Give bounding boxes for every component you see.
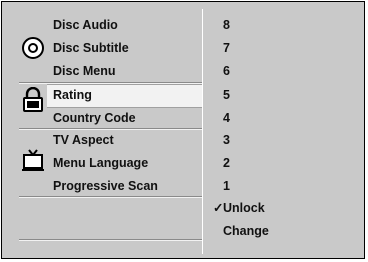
rating-option-unlock[interactable]: ✓ Unlock: [213, 200, 265, 216]
padlock-icon: [21, 86, 45, 118]
menu-item-disc-menu[interactable]: Disc Menu: [53, 63, 116, 79]
rating-option-change[interactable]: Change: [223, 223, 269, 239]
tv-icon: [21, 148, 45, 177]
rating-options-panel: 8 7 6 5 4 3 2 1 ✓ Unlock Change: [202, 9, 361, 254]
separator: [19, 128, 202, 130]
checkmark-icon: ✓: [213, 201, 224, 215]
rating-option-5[interactable]: 5: [223, 87, 230, 103]
rating-option-7[interactable]: 7: [223, 40, 230, 56]
menu-item-disc-subtitle[interactable]: Disc Subtitle: [53, 40, 129, 56]
setup-categories-panel: Disc Audio Disc Subtitle Disc Menu Ratin…: [9, 9, 207, 254]
rating-option-2[interactable]: 2: [223, 155, 230, 171]
disc-icon: [21, 36, 45, 65]
rating-option-6[interactable]: 6: [223, 63, 230, 79]
rating-option-3[interactable]: 3: [223, 132, 230, 148]
rating-option-1[interactable]: 1: [223, 178, 230, 194]
rating-option-4[interactable]: 4: [223, 110, 230, 126]
osd-setup-menu: Disc Audio Disc Subtitle Disc Menu Ratin…: [1, 1, 365, 259]
menu-item-country-code[interactable]: Country Code: [53, 110, 136, 126]
menu-item-progressive-scan[interactable]: Progressive Scan: [53, 178, 158, 194]
rating-option-8[interactable]: 8: [223, 17, 230, 33]
menu-item-tv-aspect[interactable]: TV Aspect: [53, 132, 114, 148]
menu-item-menu-language[interactable]: Menu Language: [53, 155, 148, 171]
menu-item-rating[interactable]: Rating: [53, 87, 92, 103]
rating-option-unlock-label: Unlock: [223, 201, 265, 215]
separator: [19, 239, 202, 241]
menu-item-disc-audio[interactable]: Disc Audio: [53, 17, 118, 33]
separator: [19, 196, 202, 198]
